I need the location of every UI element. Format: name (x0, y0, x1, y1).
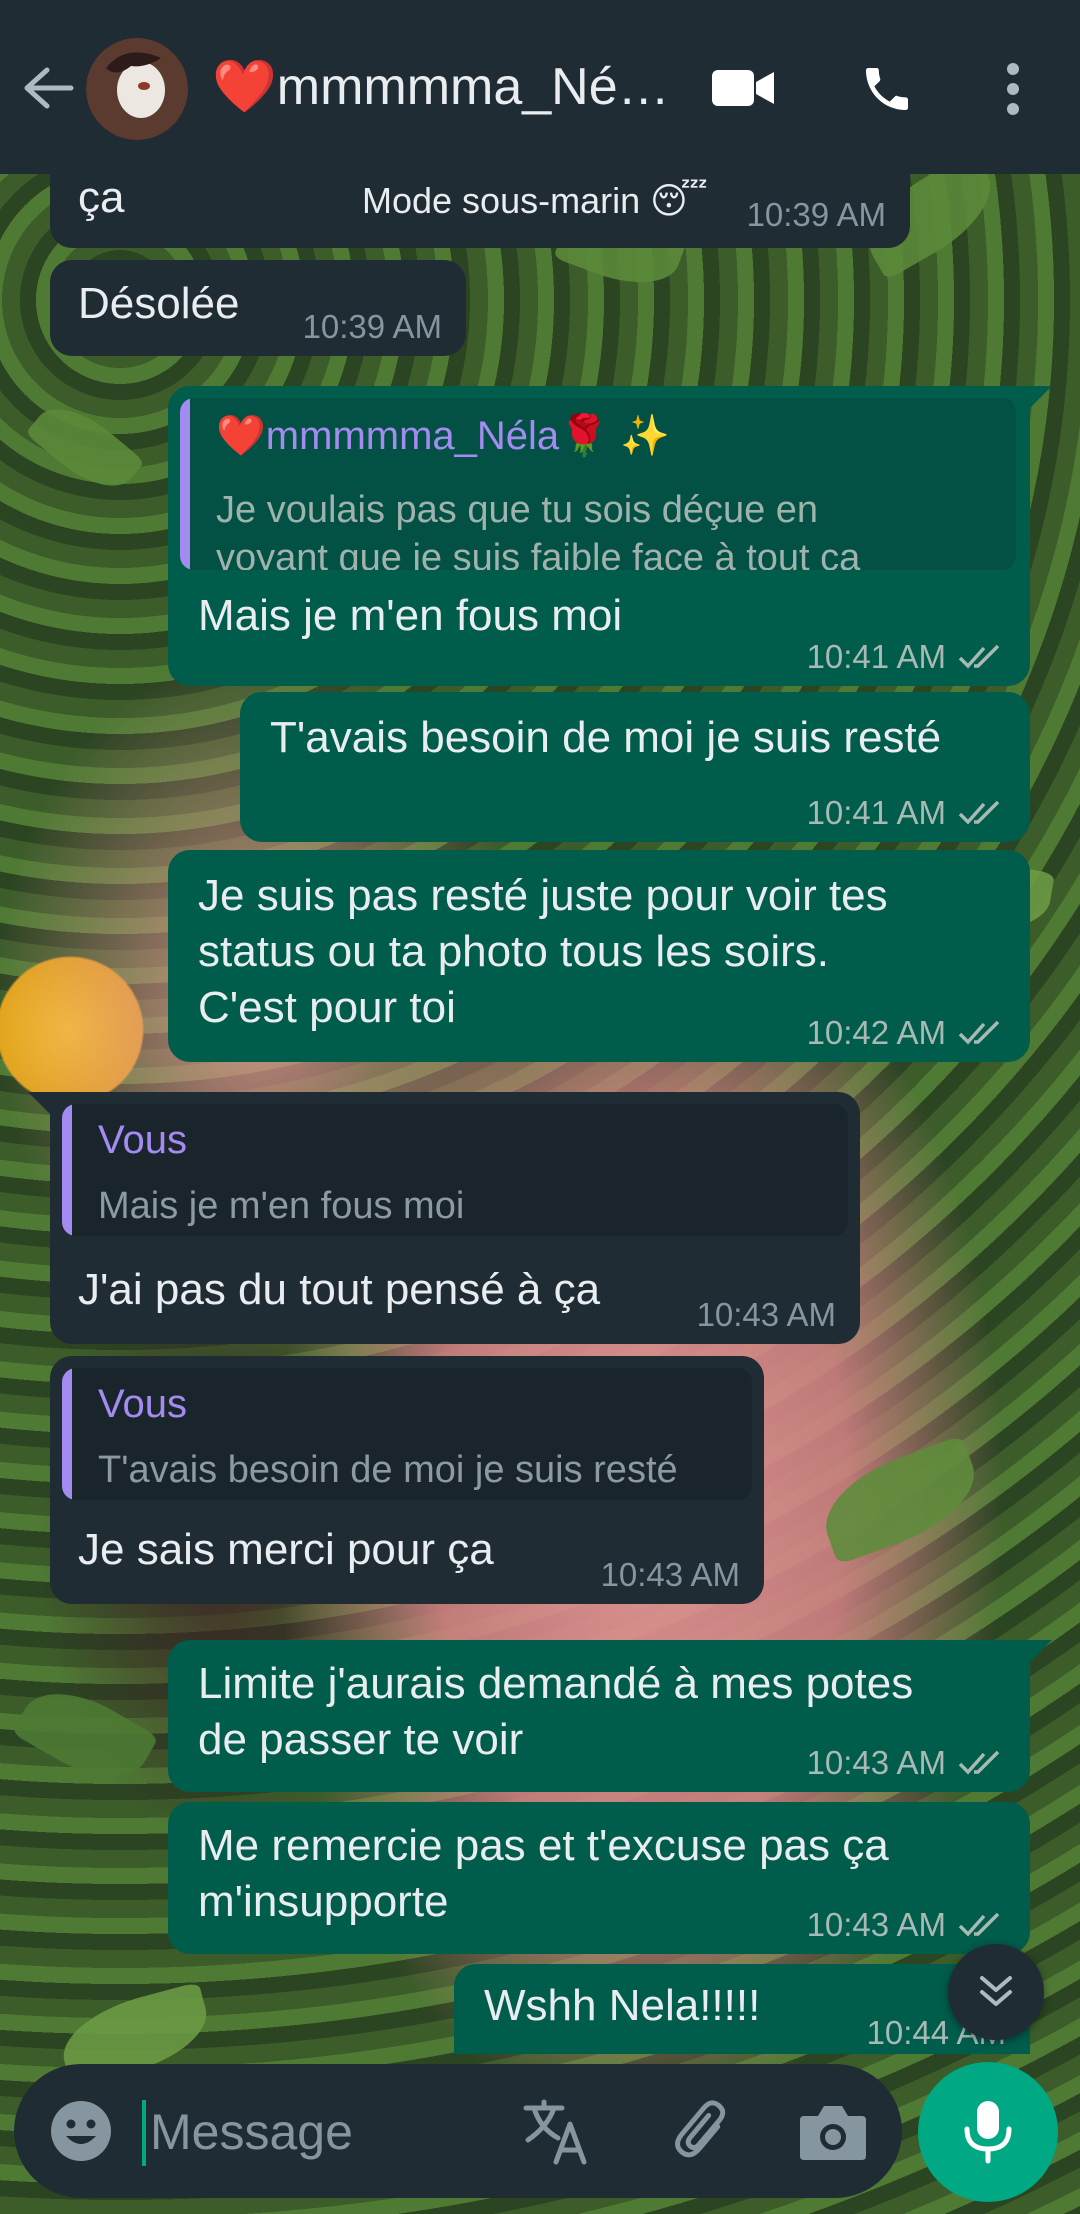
back-arrow-icon (24, 67, 74, 109)
emoji-icon (51, 2101, 111, 2161)
contact-avatar[interactable] (86, 38, 188, 140)
quoted-text: Mais je m'en fous moi (98, 1185, 465, 1227)
video-call-icon (712, 70, 774, 106)
message-text-line: m'insupporte (198, 1877, 449, 1926)
voice-call-icon (866, 68, 908, 110)
message-text-line: C'est pour toi (198, 983, 456, 1032)
quoted-text-line: Je voulais pas que tu sois déçue en (216, 489, 819, 531)
mic-icon (964, 2101, 1012, 2164)
message-text-line: status ou ta photo tous les soirs. (198, 927, 830, 976)
message-bubble-outgoing[interactable]: ❤️mmmmma_Néla🌹 ✨ Je voulais pas que tu s… (168, 386, 1052, 686)
message-time: 10:39 AM (747, 196, 886, 234)
timestamp: 10:43 AM (806, 1744, 946, 1781)
attach-button[interactable] (666, 2094, 740, 2168)
message-text: T'avais besoin de moi je suis resté (270, 713, 942, 762)
message-bubble-outgoing[interactable]: Limite j'aurais demandé à mes potes de p… (168, 1640, 1052, 1792)
video-call-button[interactable] (706, 58, 782, 118)
message-text: ça (78, 173, 125, 222)
camera-icon (800, 2106, 866, 2160)
message-time: 10:43 AM (807, 1744, 1006, 1782)
message-time: 10:41 AM (807, 638, 1006, 676)
timestamp: 10:42 AM (806, 1014, 946, 1051)
voice-call-button[interactable] (852, 56, 922, 122)
quoted-text-line: voyant que je suis faible face à tout ça (216, 537, 861, 570)
quoted-author: Vous (98, 1118, 187, 1162)
translate-button[interactable] (520, 2094, 594, 2168)
message-bubble-incoming[interactable]: Vous Mais je m'en fous moi J'ai pas du t… (28, 1092, 860, 1344)
timestamp: 10:43 AM (600, 1556, 740, 1593)
timestamp: 10:43 AM (696, 1296, 836, 1333)
quoted-message[interactable]: Vous T'avais besoin de moi je suis resté (62, 1368, 752, 1500)
back-button[interactable] (18, 58, 78, 118)
more-vert-icon (1007, 63, 1019, 115)
timestamp: 10:41 AM (806, 794, 946, 831)
message-composer (14, 2064, 902, 2198)
translate-icon (523, 2099, 587, 2165)
message-text: J'ai pas du tout pensé à ça (78, 1265, 601, 1314)
message-time: 10:42 AM (807, 1014, 1006, 1052)
message-bubble-outgoing[interactable]: Me remercie pas et t'excuse pas ça m'ins… (168, 1802, 1030, 1954)
message-time: 10:43 AM (697, 1296, 836, 1334)
message-bubble-outgoing[interactable]: Je suis pas resté juste pour voir tes st… (168, 850, 1030, 1062)
quoted-text: T'avais besoin de moi je suis resté (98, 1449, 678, 1491)
timestamp: 10:43 AM (806, 1906, 946, 1943)
message-bubble-incoming[interactable]: Vous T'avais besoin de moi je suis resté… (50, 1356, 764, 1604)
timestamp: 10:39 AM (746, 196, 886, 233)
avatar-photo (86, 38, 188, 140)
message-text-line: Me remercie pas et t'excuse pas ça (198, 1821, 889, 1870)
timestamp: 10:41 AM (806, 638, 946, 675)
chat-header: ❤️mmmmma_Né… (0, 0, 1080, 174)
contact-name[interactable]: ❤️mmmmma_Né… (212, 56, 682, 117)
double-chevron-down-icon (980, 1976, 1012, 2006)
message-text: Wshh Nela!!!!! (484, 1981, 761, 2030)
quoted-message[interactable]: ❤️mmmmma_Néla🌹 ✨ Je voulais pas que tu s… (180, 398, 1016, 570)
message-caption: Mode sous-marin 😴 (362, 180, 708, 221)
message-time: 10:43 AM (601, 1556, 740, 1594)
message-bubble-outgoing[interactable]: Wshh Nela!!!!! 10:44 AM (454, 1964, 1030, 2054)
message-text: Mais je m'en fous moi (198, 591, 623, 640)
emoji-button[interactable] (48, 2098, 114, 2164)
message-text-line: Limite j'aurais demandé à mes potes (198, 1659, 914, 1708)
message-text: Je sais merci pour ça (78, 1525, 494, 1574)
read-receipt-icon (958, 1750, 1000, 1775)
quoted-message[interactable]: Vous Mais je m'en fous moi (62, 1104, 848, 1236)
camera-button[interactable] (796, 2096, 870, 2166)
read-receipt-icon (958, 1912, 1000, 1937)
message-time: 10:43 AM (807, 1906, 1006, 1944)
message-time: 10:41 AM (807, 794, 1006, 832)
quoted-author: Vous (98, 1382, 187, 1426)
read-receipt-icon (958, 800, 1000, 825)
read-receipt-icon (958, 1020, 1000, 1045)
message-text: Désolée (78, 279, 240, 328)
message-bubble-incoming[interactable]: ça Mode sous-marin 😴 10:39 AM (50, 160, 910, 248)
quoted-author: ❤️mmmmma_Néla🌹 ✨ (216, 414, 670, 458)
message-bubble-incoming[interactable]: Désolée 10:39 AM (50, 260, 466, 356)
message-input[interactable] (148, 2084, 512, 2180)
message-time: 10:39 AM (303, 308, 442, 346)
scroll-to-bottom-button[interactable] (948, 1944, 1044, 2040)
message-text-line: de passer te voir (198, 1715, 524, 1764)
timestamp: 10:39 AM (302, 308, 442, 345)
attach-icon (675, 2100, 726, 2158)
message-bubble-outgoing[interactable]: T'avais besoin de moi je suis resté 10:4… (240, 692, 1030, 842)
read-receipt-icon (958, 644, 1000, 669)
voice-message-button[interactable] (918, 2062, 1058, 2202)
more-options-button[interactable] (988, 54, 1038, 124)
text-cursor (142, 2100, 146, 2166)
message-text-line: Je suis pas resté juste pour voir tes (198, 871, 888, 920)
